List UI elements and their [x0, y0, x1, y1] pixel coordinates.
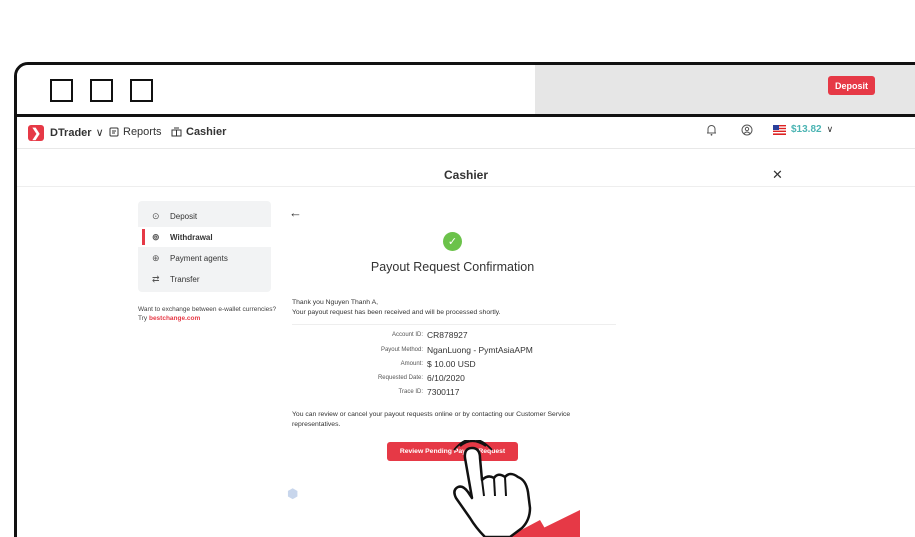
nav-reports[interactable]: Reports — [109, 126, 162, 138]
chevron-down-icon: ∨ — [95, 127, 104, 139]
detail-row-trace-id: Trace ID: 7300117 — [292, 387, 616, 399]
dtrader-logo-icon[interactable]: ❯ — [28, 125, 44, 141]
detail-row-payout-method: Payout Method: NganLuong - PymtAsiaAPM — [292, 345, 616, 357]
detail-value: CR878927 — [427, 330, 468, 340]
sidebar-item-payment-agents[interactable]: ⊕ Payment agents — [138, 248, 271, 268]
browser-titlebar — [17, 65, 915, 117]
nav-cashier-label: Cashier — [186, 126, 227, 138]
app-header: ❯ DTrader ∨ Reports Cashier $13.82 ∨ — [17, 117, 915, 149]
nav-reports-label: Reports — [123, 126, 162, 138]
window-control-box-1[interactable] — [50, 79, 73, 102]
transfer-icon: ⇄ — [152, 273, 160, 284]
reports-icon — [109, 127, 119, 137]
exchange-hint: Want to exchange between e-wallet curren… — [138, 306, 278, 324]
platform-switcher[interactable]: DTrader ∨ — [50, 126, 104, 140]
sidebar-item-deposit[interactable]: ⊙ Deposit — [138, 206, 271, 226]
cashier-title-bar: Cashier ✕ — [17, 165, 915, 187]
sidebar-item-label: Transfer — [170, 274, 200, 284]
back-arrow-icon[interactable]: ← — [289, 205, 302, 220]
withdrawal-icon: ⊚ — [152, 231, 160, 242]
hand-pointer-icon — [453, 440, 580, 537]
detail-value: 6/10/2020 — [427, 373, 465, 383]
sidebar-item-label: Payment agents — [170, 253, 228, 263]
detail-key: Requested Date: — [377, 375, 423, 381]
detail-value: 7300117 — [427, 387, 460, 397]
detail-key: Amount: — [400, 361, 423, 367]
account-balance-switcher[interactable]: $13.82 ∨ — [773, 124, 833, 135]
window-control-box-3[interactable] — [130, 79, 153, 102]
review-info-text: You can review or cancel your payout req… — [292, 411, 571, 428]
cashier-icon — [171, 127, 182, 137]
deposit-icon: ⊙ — [152, 210, 160, 221]
detail-row-amount: Amount: $ 10.00 USD — [292, 359, 616, 371]
confirmation-title: Payout Request Confirmation — [370, 260, 535, 274]
sidebar-item-label: Withdrawal — [170, 232, 213, 242]
success-check-icon: ✓ — [443, 232, 462, 251]
cashier-sidebar: ⊙ Deposit ⊚ Withdrawal ⊕ Payment agents … — [138, 201, 271, 292]
sidebar-item-withdrawal[interactable]: ⊚ Withdrawal — [138, 227, 271, 247]
deposit-button[interactable]: Deposit — [828, 76, 875, 95]
close-icon[interactable]: ✕ — [772, 167, 783, 183]
balance-amount: $13.82 — [791, 124, 822, 135]
detail-row-requested-date: Requested Date: 6/10/2020 — [292, 373, 616, 385]
detail-value: $ 10.00 USD — [427, 359, 476, 369]
payment-agents-icon: ⊕ — [152, 252, 160, 263]
thanks-line-2: Your payout request has been received an… — [292, 308, 501, 316]
bestchange-link[interactable]: bestchange.com — [149, 315, 200, 322]
detail-key: Trace ID: — [398, 389, 423, 395]
account-settings-icon[interactable] — [741, 124, 753, 136]
brand-name: DTrader — [50, 126, 92, 139]
nav-cashier[interactable]: Cashier — [171, 126, 226, 138]
sidebar-item-transfer[interactable]: ⇄ Transfer — [138, 269, 271, 289]
chevron-down-icon: ∨ — [826, 124, 834, 134]
detail-key: Payout Method: — [380, 347, 423, 353]
thanks-message: Thank you Nguyen Thanh A, Your payout re… — [292, 298, 501, 318]
detail-value: NganLuong - PymtAsiaAPM — [427, 345, 533, 355]
thanks-line-1: Thank you Nguyen Thanh A, — [292, 299, 379, 306]
detail-key: Account ID: — [391, 332, 423, 338]
sidebar-item-label: Deposit — [170, 211, 198, 221]
us-flag-icon — [773, 124, 786, 135]
divider — [292, 324, 616, 325]
detail-row-account-id: Account ID: CR878927 — [292, 330, 616, 342]
chat-icon[interactable]: ⬢ — [287, 486, 298, 502]
window-control-box-2[interactable] — [90, 79, 113, 102]
notifications-icon[interactable] — [706, 124, 717, 136]
